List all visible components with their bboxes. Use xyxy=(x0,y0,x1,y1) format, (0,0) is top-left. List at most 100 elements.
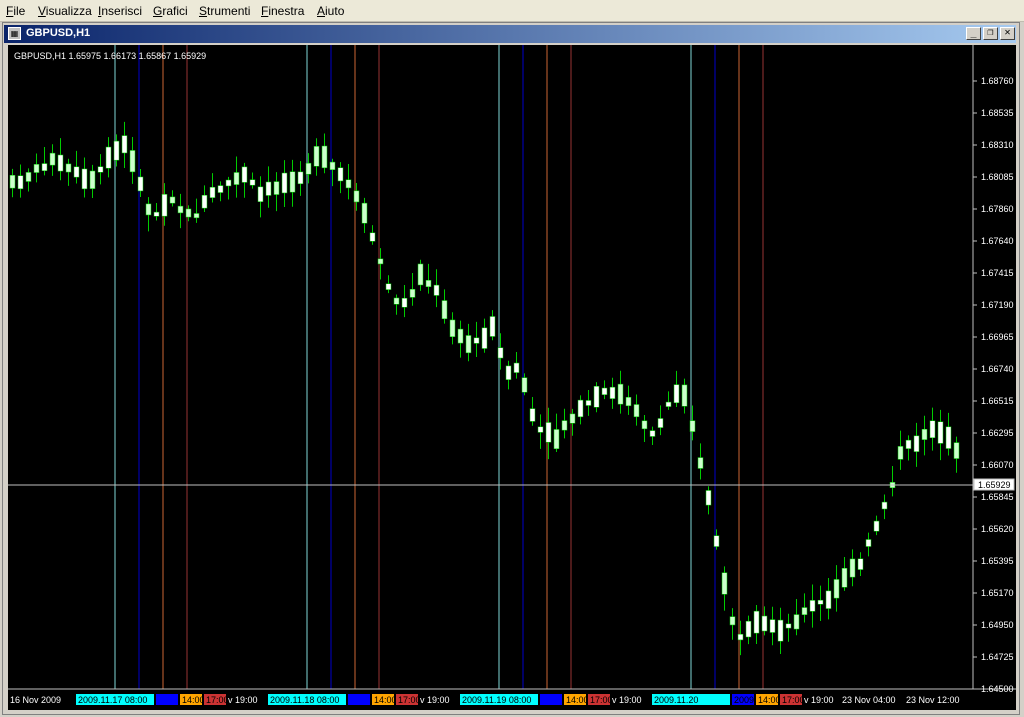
bear-candle xyxy=(241,166,248,183)
bear-candle xyxy=(945,426,952,449)
bull-candle xyxy=(801,607,808,615)
bull-candle xyxy=(841,568,848,588)
price-label: 1.65845 xyxy=(981,492,1014,502)
menu-file[interactable]: File xyxy=(6,4,25,18)
chart-background xyxy=(8,45,1016,710)
menu-aiuto[interactable]: Aiuto xyxy=(317,4,344,18)
session-tag-red: 17:00 xyxy=(782,695,805,705)
bear-candle xyxy=(577,399,584,418)
session-tag-orange: 14:00 xyxy=(758,695,781,705)
minimize-button[interactable]: _ xyxy=(966,27,981,40)
bear-candle xyxy=(593,386,600,408)
session-date-tag: 2009.11.19 08:00 xyxy=(462,695,531,705)
bear-candle xyxy=(825,590,832,609)
bear-candle xyxy=(705,490,712,506)
menu-finestra[interactable]: Finestra xyxy=(261,4,304,18)
bear-candle xyxy=(121,135,128,154)
chart-canvas[interactable]: GBPUSD,H1 1.65975 1.66173 1.65867 1.6592… xyxy=(8,45,1016,710)
bull-candle xyxy=(409,289,416,298)
bull-candle xyxy=(641,420,648,430)
chart-info-label: GBPUSD,H1 1.65975 1.66173 1.65867 1.6592… xyxy=(14,51,206,61)
current-price-tag: 1.65929 xyxy=(973,478,1015,491)
bull-candle xyxy=(185,208,192,218)
bear-candle xyxy=(161,194,168,217)
session-tag-orange: 14:00 xyxy=(566,695,589,705)
bull-candle xyxy=(617,383,624,405)
bear-candle xyxy=(497,347,504,359)
price-label: 1.64725 xyxy=(981,652,1014,662)
bull-candle xyxy=(89,170,96,189)
bull-candle xyxy=(721,572,728,595)
bull-candle xyxy=(321,145,328,169)
bull-candle xyxy=(377,258,384,265)
bull-candle xyxy=(793,614,800,630)
bull-candle xyxy=(177,205,184,214)
bear-candle xyxy=(777,619,784,642)
bull-candle xyxy=(457,328,464,344)
bull-candle xyxy=(849,558,856,578)
bull-candle xyxy=(425,280,432,287)
bear-candle xyxy=(545,422,552,443)
bull-candle xyxy=(729,616,736,626)
price-label: 1.66965 xyxy=(981,332,1014,342)
menu-grafici[interactable]: Grafici xyxy=(153,4,188,18)
price-label: 1.65170 xyxy=(981,588,1014,598)
session-tag-red: 17:00 xyxy=(398,695,421,705)
time-label: v 19:00 xyxy=(228,695,258,705)
bull-candle xyxy=(689,420,696,432)
bear-candle xyxy=(401,297,408,308)
price-label: 1.66295 xyxy=(981,428,1014,438)
time-label: 16 Nov 2009 xyxy=(10,695,61,705)
bear-candle xyxy=(609,386,616,399)
window-titlebar[interactable]: ▦ GBPUSD,H1 xyxy=(4,25,1016,43)
close-button[interactable]: ✕ xyxy=(1000,27,1015,40)
bear-candle xyxy=(153,211,160,217)
menu-visualizza[interactable]: Visualizza xyxy=(38,4,92,18)
time-label: v 19:00 xyxy=(804,695,834,705)
price-label: 1.67190 xyxy=(981,300,1014,310)
time-label: v 19:00 xyxy=(420,695,450,705)
restore-button[interactable]: ❐ xyxy=(983,27,998,40)
price-chart[interactable]: GBPUSD,H1 1.65975 1.66173 1.65867 1.6592… xyxy=(8,45,1016,710)
bear-candle xyxy=(433,284,440,296)
time-label: 23 Nov 04:00 xyxy=(842,695,896,705)
bear-candle xyxy=(505,365,512,380)
session-tag-blue-bg xyxy=(348,694,370,705)
bull-candle xyxy=(953,442,960,459)
price-label: 1.65620 xyxy=(981,524,1014,534)
bull-candle xyxy=(393,297,400,305)
bear-candle xyxy=(297,171,304,185)
bear-candle xyxy=(281,172,288,194)
current-price-label: 1.65929 xyxy=(978,480,1011,490)
price-label: 1.64500 xyxy=(981,684,1014,694)
window-title: GBPUSD,H1 xyxy=(26,27,91,39)
bear-candle xyxy=(745,620,752,638)
session-tag-blue-bg xyxy=(156,694,178,705)
bull-candle xyxy=(697,457,704,469)
bear-candle xyxy=(385,283,392,290)
bull-candle xyxy=(233,172,240,185)
bull-candle xyxy=(465,335,472,354)
session-tag-blue-bg xyxy=(540,694,562,705)
session-tag-red: 17:00 xyxy=(206,695,229,705)
session-date-tag: 2009.11.17 08:00 xyxy=(78,695,147,705)
price-label: 1.66515 xyxy=(981,396,1014,406)
bull-candle xyxy=(25,172,32,182)
bear-candle xyxy=(657,418,664,428)
bull-candle xyxy=(193,213,200,219)
bear-candle xyxy=(473,337,480,344)
menu-inserisci[interactable]: Inserisci xyxy=(98,4,142,18)
session-tag-orange: 14:00 xyxy=(374,695,397,705)
price-label: 1.65395 xyxy=(981,556,1014,566)
menu-strumenti[interactable]: Strumenti xyxy=(199,4,250,18)
bear-candle xyxy=(865,539,872,547)
bear-candle xyxy=(209,186,216,198)
bear-candle xyxy=(585,400,592,406)
menu-bar: File Visualizza Inserisci Grafici Strume… xyxy=(0,0,1024,22)
bull-candle xyxy=(353,190,360,203)
bull-candle xyxy=(169,196,176,204)
price-label: 1.64950 xyxy=(981,620,1014,630)
bear-candle xyxy=(113,140,120,161)
price-label: 1.68760 xyxy=(981,76,1014,86)
bear-candle xyxy=(713,535,720,547)
